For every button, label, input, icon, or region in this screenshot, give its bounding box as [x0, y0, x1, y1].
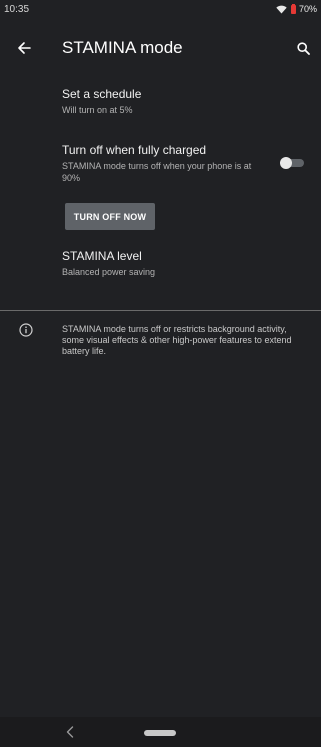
status-bar: 10:35 70% [0, 0, 321, 20]
stamina-level-item[interactable]: STAMINA level Balanced power saving [62, 249, 302, 278]
status-time: 10:35 [4, 4, 30, 15]
divider [0, 310, 321, 311]
navigation-bar [0, 717, 321, 747]
battery-percent: 70% [298, 4, 317, 14]
page-title: STAMINA mode [62, 38, 183, 57]
wifi-icon [276, 5, 287, 14]
turn-off-now-button[interactable]: TURN OFF NOW [65, 203, 155, 230]
stamina-level-title: STAMINA level [62, 249, 142, 263]
arrow-left-icon [18, 42, 31, 54]
set-schedule-item[interactable]: Set a schedule Will turn on at 5% [62, 87, 302, 116]
toggle-thumb [280, 157, 292, 169]
back-button[interactable] [12, 36, 36, 60]
app-bar: STAMINA mode [0, 20, 321, 78]
stamina-level-summary: Balanced power saving [62, 267, 156, 277]
home-pill-icon[interactable] [144, 730, 176, 736]
stamina-mode-screen: 10:35 70% STAMINA mode Set a schedule Wi… [0, 0, 321, 747]
search-icon [296, 41, 310, 55]
nav-back-button[interactable] [64, 725, 76, 739]
search-button[interactable] [291, 36, 315, 60]
turn-off-when-charged-item[interactable]: Turn off when fully charged STAMINA mode… [62, 143, 262, 184]
turn-off-when-charged-toggle[interactable] [280, 157, 306, 169]
set-schedule-summary: Will turn on at 5% [62, 105, 133, 115]
info-icon [19, 323, 33, 337]
battery-icon [290, 3, 296, 14]
turn-off-when-charged-summary: STAMINA mode turns off when your phone i… [62, 161, 252, 183]
status-indicators: 70% [276, 3, 317, 15]
set-schedule-title: Set a schedule [62, 87, 142, 101]
info-text: STAMINA mode turns off or restricts back… [62, 324, 292, 356]
chevron-left-icon [66, 726, 74, 738]
turn-off-when-charged-title: Turn off when fully charged [62, 143, 207, 157]
